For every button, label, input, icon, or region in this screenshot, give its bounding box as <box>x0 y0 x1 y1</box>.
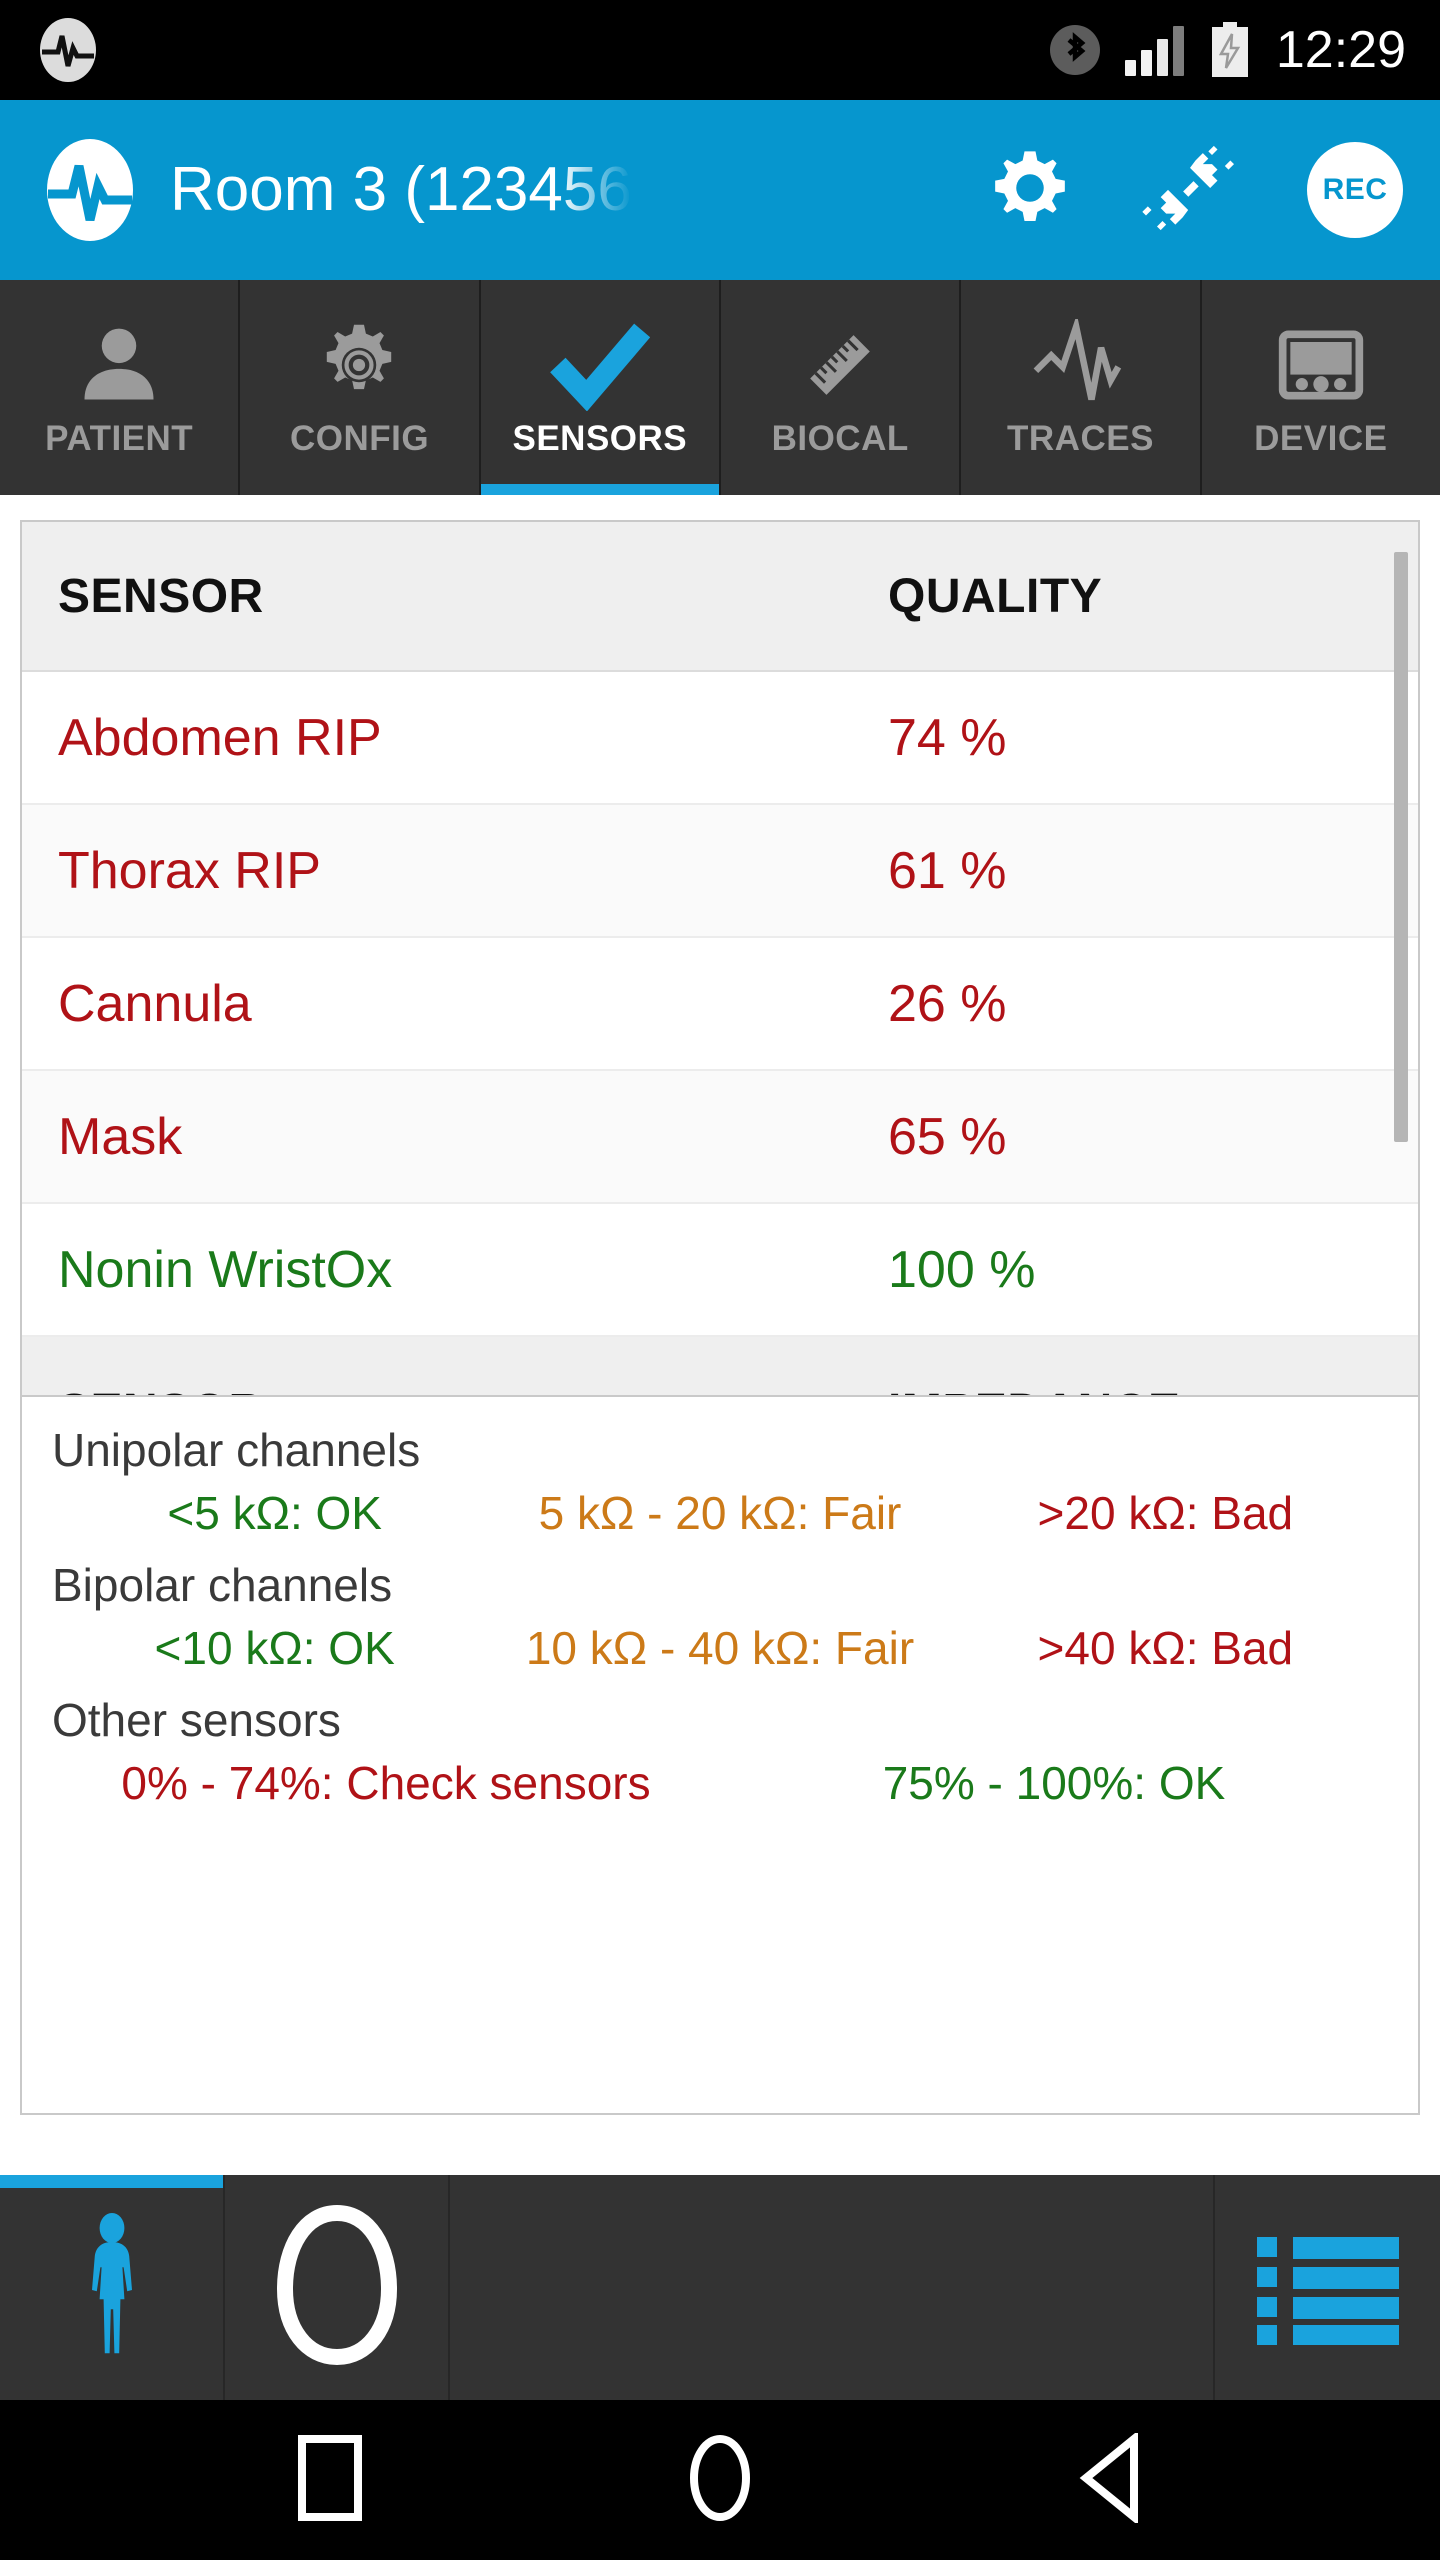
status-bar-right: 12:29 <box>1049 22 1440 78</box>
back-button[interactable] <box>1065 2430 1155 2528</box>
app-bar-logo-icon <box>46 138 134 242</box>
legend-other-ok: 75% - 100%: OK <box>882 1756 1226 1809</box>
legend-row-other: 0% - 74%: Check sensors 75% - 100%: OK <box>52 1757 1388 1810</box>
status-bar-left <box>0 18 96 82</box>
tab-label: PATIENT <box>45 418 194 458</box>
legend-bipolar-bad: >40 kΩ: Bad <box>1037 1621 1294 1674</box>
sensor-name: Mask <box>58 1107 183 1166</box>
legend-title-other: Other sensors <box>52 1693 341 1746</box>
ruler-icon <box>794 317 886 413</box>
tab-label: DEVICE <box>1254 418 1388 458</box>
sensor-quality: 26 % <box>888 974 1007 1033</box>
bottom-item-head-view[interactable] <box>225 2175 450 2400</box>
impedance-table-header: SENSOR IMPEDANCE <box>22 1337 1418 1398</box>
sensor-table-header: SENSOR QUALITY <box>22 522 1418 672</box>
disconnect-button[interactable] <box>1110 100 1270 280</box>
square-recents-icon <box>294 2433 366 2528</box>
home-button[interactable] <box>675 2433 765 2528</box>
column-header-sensor: SENSOR <box>58 569 264 623</box>
android-status-bar: 12:29 <box>0 0 1440 100</box>
battery-charging-icon <box>1208 22 1252 78</box>
sensor-name: Cannula <box>58 974 252 1033</box>
tab-label: SENSORS <box>512 418 688 458</box>
sensor-table-card[interactable]: SENSOR QUALITY Abdomen RIP 74 % Thorax R… <box>20 520 1420 1400</box>
sensor-quality: 65 % <box>888 1107 1007 1166</box>
table-row[interactable]: Nonin WristOx 100 % <box>22 1204 1418 1337</box>
legend-unipolar-ok: <5 kΩ: OK <box>167 1487 382 1539</box>
app-bar-actions: REC <box>950 100 1440 280</box>
table-row[interactable]: Abdomen RIP 74 % <box>22 672 1418 805</box>
table-row[interactable]: Cannula 26 % <box>22 938 1418 1071</box>
android-nav-bar <box>0 2400 1440 2560</box>
sensor-quality: 61 % <box>888 841 1007 900</box>
tab-device[interactable]: DEVICE <box>1202 280 1440 495</box>
bottom-item-list-view[interactable] <box>1215 2175 1440 2400</box>
sensor-name: Nonin WristOx <box>58 1240 393 1299</box>
sensor-quality: 100 % <box>888 1240 1036 1299</box>
legend-other-bad: 0% - 74%: Check sensors <box>121 1756 651 1809</box>
screen-root: 12:29 Room 3 (123456 REC PATIENT CONFIG … <box>0 0 1440 2560</box>
bottom-toolbar-spacer <box>450 2175 1215 2400</box>
gear-icon <box>986 144 1074 237</box>
unplugged-icon <box>1142 144 1238 237</box>
legend-bipolar-fair: 10 kΩ - 40 kΩ: Fair <box>525 1621 915 1674</box>
triangle-back-icon <box>1074 2430 1146 2528</box>
person-icon <box>73 317 165 413</box>
record-badge: REC <box>1307 142 1403 238</box>
head-outline-icon <box>276 2204 397 2370</box>
scrollbar-thumb[interactable] <box>1394 552 1408 1142</box>
body-person-icon <box>84 2210 140 2365</box>
settings-button[interactable] <box>950 100 1110 280</box>
bluetooth-icon <box>1049 24 1101 76</box>
tab-label: TRACES <box>1007 418 1154 458</box>
list-icon <box>1253 2225 1403 2350</box>
tab-label: BIOCAL <box>771 418 909 458</box>
table-row[interactable]: Thorax RIP 61 % <box>22 805 1418 938</box>
legend-unipolar-bad: >20 kΩ: Bad <box>1037 1487 1294 1539</box>
device-icon <box>1273 317 1369 413</box>
recents-button[interactable] <box>285 2433 375 2528</box>
legend-bipolar-ok: <10 kΩ: OK <box>154 1621 395 1674</box>
app-bar: Room 3 (123456 REC <box>0 100 1440 280</box>
legend-title-bipolar: Bipolar channels <box>52 1558 393 1611</box>
legend-row-unipolar: <5 kΩ: OK 5 kΩ - 20 kΩ: Fair >20 kΩ: Bad <box>52 1487 1388 1540</box>
table-row[interactable]: Mask 65 % <box>22 1071 1418 1204</box>
tab-sensors[interactable]: SENSORS <box>480 280 721 495</box>
sensor-name: Thorax RIP <box>58 841 321 900</box>
tab-bar: PATIENT CONFIG SENSORS BIOCAL TRACES DEV… <box>0 280 1440 495</box>
waveform-icon <box>1030 317 1130 413</box>
impedance-legend-panel: Unipolar channels <5 kΩ: OK 5 kΩ - 20 kΩ… <box>20 1395 1420 2115</box>
sensor-name: Abdomen RIP <box>58 708 382 767</box>
status-bar-clock: 12:29 <box>1275 21 1406 79</box>
cellular-signal-icon <box>1124 24 1184 76</box>
gear-icon <box>313 317 405 413</box>
sensor-quality: 74 % <box>888 708 1007 767</box>
tab-patient[interactable]: PATIENT <box>0 280 241 495</box>
check-icon <box>549 317 650 413</box>
tab-traces[interactable]: TRACES <box>961 280 1202 495</box>
scrollbar[interactable] <box>1394 538 1408 1382</box>
page-title: Room 3 (123456 <box>170 155 632 224</box>
column-header-quality: QUALITY <box>888 569 1103 623</box>
bottom-toolbar <box>0 2175 1440 2400</box>
legend-unipolar-fair: 5 kΩ - 20 kΩ: Fair <box>538 1487 902 1539</box>
bottom-item-body-view[interactable] <box>0 2175 225 2400</box>
tab-label: CONFIG <box>289 418 430 458</box>
tab-config[interactable]: CONFIG <box>240 280 481 495</box>
legend-title-unipolar: Unipolar channels <box>52 1424 421 1476</box>
circle-home-icon <box>684 2433 756 2528</box>
waveform-logo-icon <box>40 18 96 82</box>
legend-row-bipolar: <10 kΩ: OK 10 kΩ - 40 kΩ: Fair >40 kΩ: B… <box>52 1622 1388 1675</box>
tab-biocal[interactable]: BIOCAL <box>721 280 962 495</box>
record-button[interactable]: REC <box>1270 100 1440 280</box>
